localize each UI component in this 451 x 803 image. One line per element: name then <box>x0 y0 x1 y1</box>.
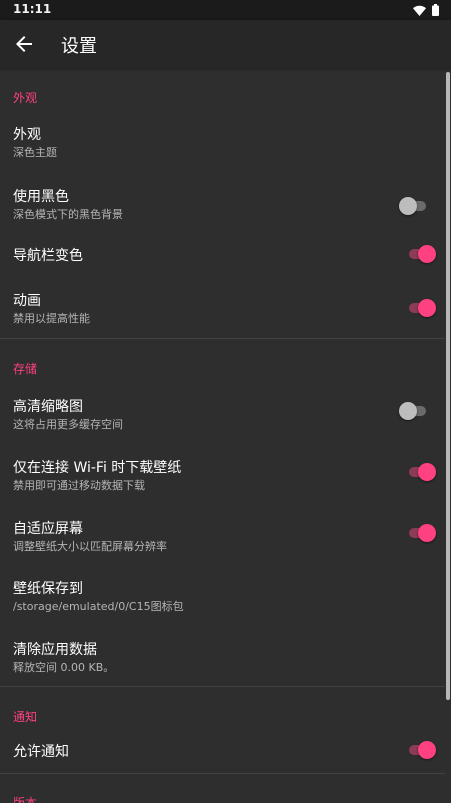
section-header-appearance: 外观 <box>13 91 38 105</box>
scrollbar[interactable] <box>446 72 450 700</box>
setting-subtitle: 深色主题 <box>13 146 57 159</box>
setting-subtitle: 深色模式下的黑色背景 <box>13 208 123 221</box>
toggle-thumb <box>418 741 436 759</box>
setting-subtitle: 这将占用更多缓存空间 <box>13 418 123 431</box>
page-title: 设置 <box>61 36 97 57</box>
wifi-icon <box>413 5 426 16</box>
status-bar: 11:11 <box>0 0 451 20</box>
hd-thumbnails-toggle[interactable] <box>399 401 429 421</box>
toggle-thumb <box>418 463 436 481</box>
section-divider <box>0 773 445 774</box>
setting-save-path[interactable]: 壁纸保存到 /storage/emulated/0/C15图标包 <box>0 574 445 636</box>
section-header-version: 版本 <box>13 796 38 803</box>
setting-subtitle: 释放空间 0.00 KB。 <box>13 661 115 674</box>
navbar-color-toggle[interactable] <box>406 244 436 264</box>
setting-wifi-only[interactable]: 仅在连接 Wi-Fi 时下载壁纸 禁用即可通过移动数据下载 <box>0 450 445 512</box>
battery-icon <box>432 4 439 16</box>
setting-title: 清除应用数据 <box>13 642 97 658</box>
setting-title: 允许通知 <box>13 744 69 760</box>
setting-title: 自适应屏幕 <box>13 521 83 537</box>
setting-allow-notification[interactable]: 允许通知 <box>0 732 445 772</box>
toggle-thumb <box>418 524 436 542</box>
animation-toggle[interactable] <box>406 298 436 318</box>
setting-title: 外观 <box>13 127 41 143</box>
toggle-thumb <box>399 402 417 420</box>
section-divider <box>0 338 445 339</box>
toggle-thumb <box>418 245 436 263</box>
app-bar: 设置 <box>0 20 451 68</box>
section-header-storage: 存储 <box>13 362 38 376</box>
toggle-thumb <box>399 197 417 215</box>
settings-list[interactable]: 外观 外观 深色主题 使用黑色 深色模式下的黑色背景 导航栏变色 动画 禁用以提… <box>0 68 451 803</box>
setting-animation[interactable]: 动画 禁用以提高性能 <box>0 288 445 338</box>
section-header-notification: 通知 <box>13 710 38 724</box>
setting-subtitle: 禁用以提高性能 <box>13 312 90 325</box>
setting-adaptive-screen[interactable]: 自适应屏幕 调整壁纸大小以匹配屏幕分辨率 <box>0 512 445 574</box>
adaptive-screen-toggle[interactable] <box>406 523 436 543</box>
setting-subtitle: 调整壁纸大小以匹配屏幕分辨率 <box>13 540 167 553</box>
setting-title: 高清缩略图 <box>13 399 83 415</box>
setting-navbar-color[interactable]: 导航栏变色 <box>0 236 445 288</box>
setting-title: 动画 <box>13 293 41 309</box>
section-divider <box>0 686 445 687</box>
setting-subtitle: /storage/emulated/0/C15图标包 <box>13 600 184 613</box>
status-time: 11:11 <box>13 2 52 16</box>
setting-hd-thumbnails[interactable]: 高清缩略图 这将占用更多缓存空间 <box>0 388 445 450</box>
setting-use-black[interactable]: 使用黑色 深色模式下的黑色背景 <box>0 174 445 236</box>
setting-title: 壁纸保存到 <box>13 581 83 597</box>
setting-title: 仅在连接 Wi-Fi 时下载壁纸 <box>13 460 182 476</box>
setting-title: 使用黑色 <box>13 189 69 205</box>
status-icons <box>413 4 439 16</box>
setting-clear-data[interactable]: 清除应用数据 释放空间 0.00 KB。 <box>0 636 445 686</box>
setting-subtitle: 禁用即可通过移动数据下载 <box>13 479 145 492</box>
wifi-only-toggle[interactable] <box>406 462 436 482</box>
allow-notification-toggle[interactable] <box>406 740 436 760</box>
use-black-toggle[interactable] <box>399 196 429 216</box>
toggle-thumb <box>418 299 436 317</box>
setting-title: 导航栏变色 <box>13 248 83 264</box>
arrow-back-icon[interactable] <box>12 32 36 56</box>
setting-appearance-theme[interactable]: 外观 深色主题 <box>0 112 445 174</box>
